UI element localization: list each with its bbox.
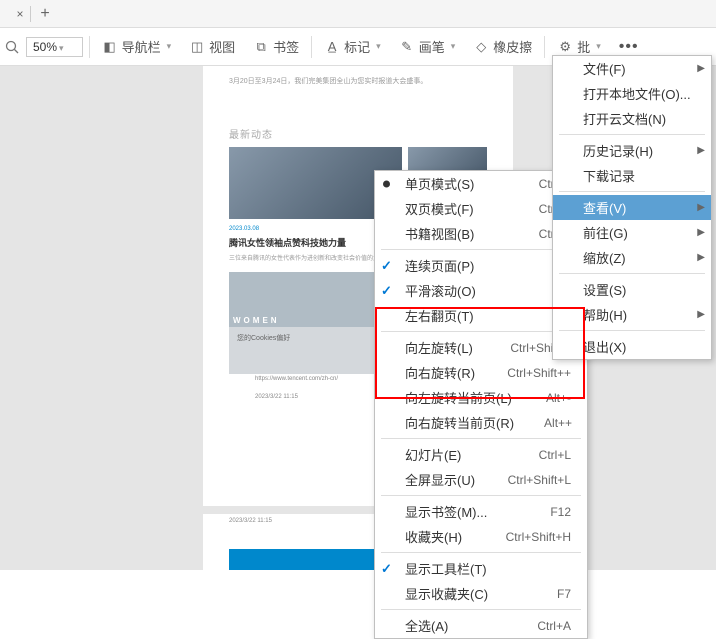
menu-item[interactable]: 设置(S) [553,277,711,302]
menu-item[interactable]: 向左旋转当前页(L)Alt+- [375,385,587,410]
menu-item[interactable]: 全屏显示(U)Ctrl+Shift+L [375,467,587,492]
menu-item[interactable]: 历史记录(H)▶ [553,138,711,163]
navbar-button[interactable]: ◧导航栏▾ [96,33,178,60]
footer-timestamp: 2023/3/22 11:15 [255,394,298,400]
main-menu: 文件(F)▶打开本地文件(O)...打开云文档(N) 历史记录(H)▶下载记录查看… [552,55,712,360]
menu-item[interactable]: 向右旋转(R)Ctrl+Shift++ [375,360,587,385]
menu-item[interactable]: 全选(A)Ctrl+A [375,613,587,638]
view-button[interactable]: ◫视图 [183,33,241,60]
menu-item[interactable]: 打开本地文件(O)... [553,81,711,106]
menu-item[interactable]: 收藏夹(H)Ctrl+Shift+H [375,524,587,549]
new-tab-button[interactable]: + [31,5,59,23]
menu-item[interactable]: 查看(V)▶ [553,195,711,220]
page-meta-text: 3月20日至3月24日，我们完美集团全山为您实时报道大会盛事。 [229,76,487,86]
menu-item[interactable]: 下载记录 [553,163,711,188]
menu-item[interactable]: 向右旋转当前页(R)Alt++ [375,410,587,435]
page-url: https://www.tencent.com/zh-cn/ [255,376,338,382]
brush-button[interactable]: ✎画笔▾ [393,33,462,60]
menu-item[interactable]: 缩放(Z)▶ [553,245,711,270]
menu-item[interactable]: 文件(F)▶ [553,56,711,81]
search-icon[interactable] [4,39,20,55]
section-title: 最新动态 [229,126,487,141]
menu-item[interactable]: 显示收藏夹(C)F7 [375,581,587,606]
menu-item[interactable]: 前往(G)▶ [553,220,711,245]
zoom-select[interactable]: 50%▾ [26,37,83,57]
menu-item[interactable]: 打开云文档(N) [553,106,711,131]
mark-button[interactable]: A̲标记▾ [318,33,387,60]
menu-item[interactable]: 帮助(H)▶ [553,302,711,327]
menu-item[interactable]: ✓显示工具栏(T) [375,556,587,581]
menu-item[interactable]: 显示书签(M)...F12 [375,499,587,524]
tab-bar: × + [0,0,716,28]
menu-item[interactable]: 退出(X) [553,334,711,359]
blue-card-image [229,549,389,570]
menu-item[interactable]: 幻灯片(E)Ctrl+L [375,442,587,467]
tab-close-button[interactable]: × [10,7,30,21]
eraser-button[interactable]: ◇橡皮擦 [467,33,538,60]
bookmark-button[interactable]: ⧉书签 [247,33,305,60]
